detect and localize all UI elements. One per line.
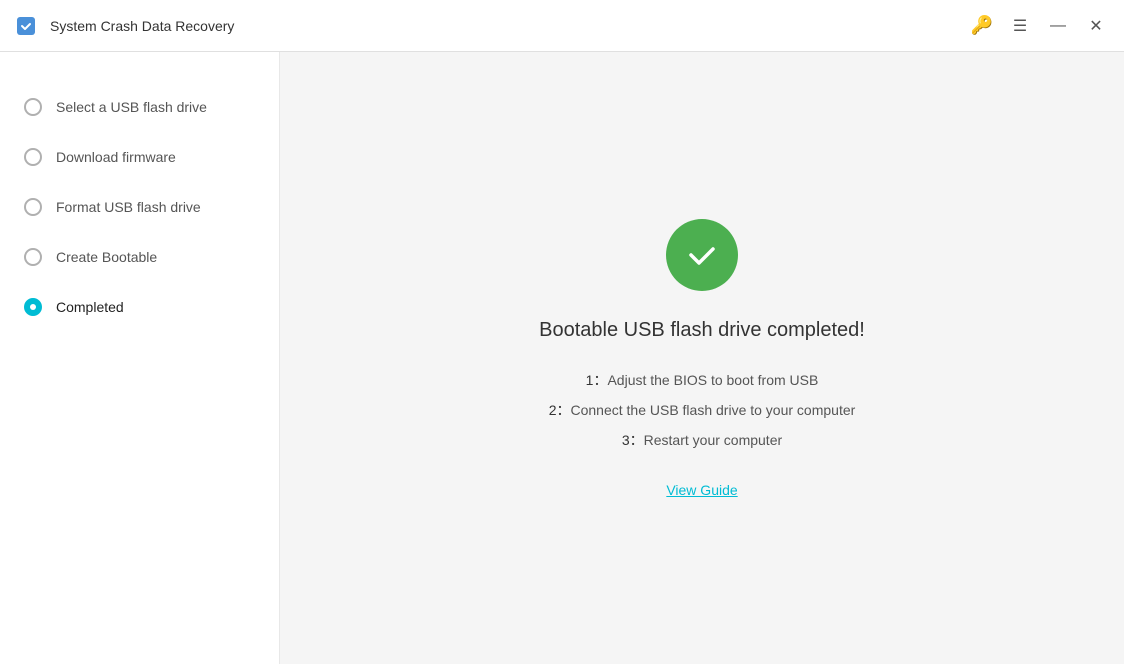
step-num-1: 1：	[586, 372, 608, 388]
sidebar-label-select-usb: Select a USB flash drive	[56, 99, 207, 115]
key-icon: 🔑	[971, 15, 993, 36]
sidebar-label-completed: Completed	[56, 299, 124, 315]
step-circle-select-usb	[24, 98, 42, 116]
step-circle-format-usb	[24, 198, 42, 216]
step-circle-download-firmware	[24, 148, 42, 166]
titlebar: System Crash Data Recovery 🔑 ☰ — ✕	[0, 0, 1124, 52]
close-button[interactable]: ✕	[1080, 10, 1112, 42]
sidebar-item-create-bootable: Create Bootable	[0, 232, 279, 282]
checkmark-icon	[683, 236, 721, 274]
step-circle-completed	[24, 298, 42, 316]
next-step-2: 2：Connect the USB flash drive to your co…	[549, 400, 856, 420]
menu-button[interactable]: ☰	[1004, 10, 1036, 42]
step-circle-create-bootable	[24, 248, 42, 266]
sidebar-label-format-usb: Format USB flash drive	[56, 199, 201, 215]
sidebar-item-download-firmware: Download firmware	[0, 132, 279, 182]
minimize-icon: —	[1050, 17, 1066, 35]
step-desc-1: Adjust the BIOS to boot from USB	[607, 372, 818, 388]
sidebar-item-select-usb: Select a USB flash drive	[0, 82, 279, 132]
app-title: System Crash Data Recovery	[50, 18, 966, 34]
next-steps-list: 1：Adjust the BIOS to boot from USB 2：Con…	[549, 370, 856, 450]
step-desc-3: Restart your computer	[644, 432, 783, 448]
step-num-2: 2：	[549, 402, 571, 418]
next-step-1: 1：Adjust the BIOS to boot from USB	[549, 370, 856, 390]
main-layout: Select a USB flash drive Download firmwa…	[0, 52, 1124, 664]
success-icon-circle	[666, 219, 738, 291]
next-step-3: 3：Restart your computer	[549, 430, 856, 450]
close-icon: ✕	[1089, 16, 1102, 36]
view-guide-button[interactable]: View Guide	[666, 482, 737, 498]
step-num-3: 3：	[622, 432, 644, 448]
step-desc-2: Connect the USB flash drive to your comp…	[570, 402, 855, 418]
menu-icon: ☰	[1013, 16, 1027, 36]
content-area: Bootable USB flash drive completed! 1：Ad…	[280, 52, 1124, 664]
sidebar-item-completed: Completed	[0, 282, 279, 332]
app-icon	[12, 12, 40, 40]
sidebar-label-download-firmware: Download firmware	[56, 149, 176, 165]
completion-title: Bootable USB flash drive completed!	[539, 319, 865, 342]
sidebar: Select a USB flash drive Download firmwa…	[0, 52, 280, 664]
window-controls: 🔑 ☰ — ✕	[966, 10, 1112, 42]
sidebar-item-format-usb: Format USB flash drive	[0, 182, 279, 232]
minimize-button[interactable]: —	[1042, 10, 1074, 42]
key-button[interactable]: 🔑	[966, 10, 998, 42]
sidebar-label-create-bootable: Create Bootable	[56, 249, 157, 265]
